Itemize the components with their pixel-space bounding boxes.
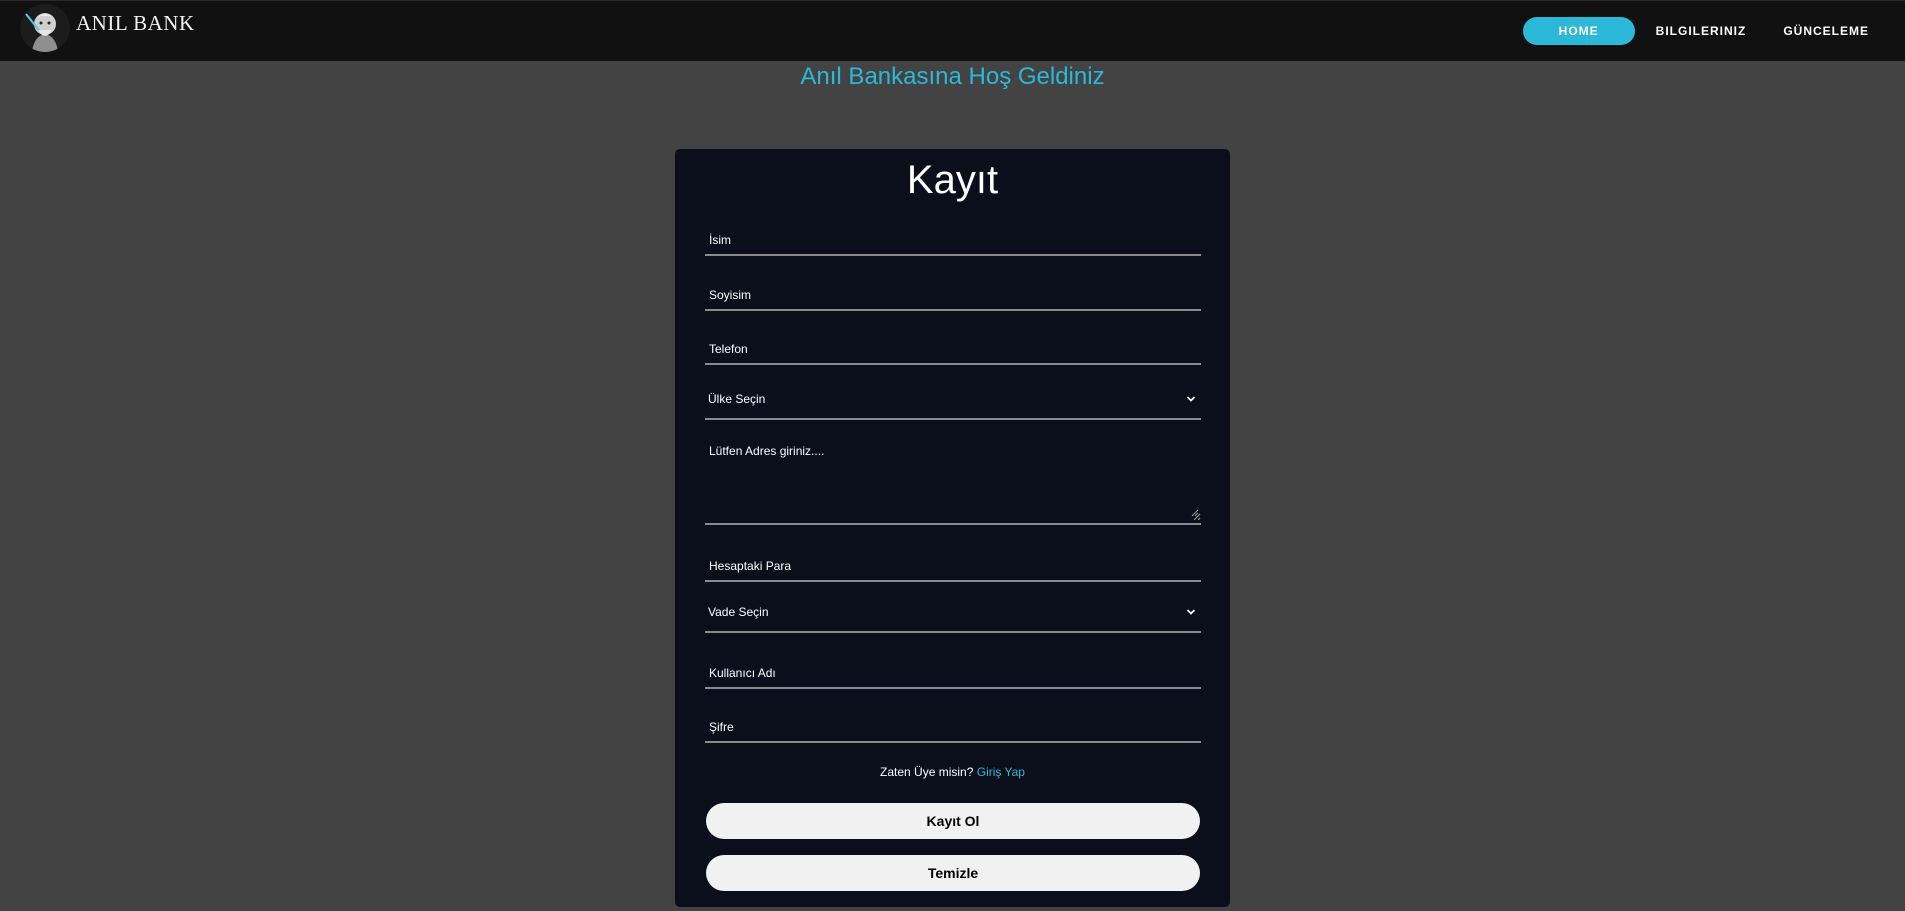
chevron-down-icon bbox=[1186, 609, 1196, 615]
ulke-select-value: Ülke Seçin bbox=[708, 392, 766, 406]
resize-grip-icon[interactable] bbox=[1191, 509, 1199, 517]
sifre-field-wrapper bbox=[705, 705, 1201, 743]
vade-select-value: Vade Seçin bbox=[708, 605, 769, 619]
telefon-input[interactable] bbox=[705, 327, 1201, 363]
vade-select[interactable]: Vade Seçin bbox=[705, 595, 1201, 631]
para-field-wrapper bbox=[705, 544, 1201, 582]
temizle-button[interactable]: Temizle bbox=[706, 855, 1200, 891]
chevron-down-icon bbox=[1186, 396, 1196, 402]
welcome-heading: Anıl Bankasına Hoş Geldiniz bbox=[800, 63, 1105, 90]
registration-card: Kayıt Ülke Seçin Vade Seçin bbox=[675, 149, 1230, 907]
adres-textarea[interactable] bbox=[705, 435, 1201, 521]
kullanici-field-wrapper bbox=[705, 651, 1201, 689]
login-prompt-text: Zaten Üye misin? bbox=[880, 765, 974, 779]
soyisim-field-wrapper bbox=[705, 273, 1201, 311]
brand-name[interactable]: ANIL BANK bbox=[76, 11, 195, 36]
sifre-input[interactable] bbox=[705, 705, 1201, 741]
telefon-field-wrapper bbox=[705, 327, 1201, 365]
kayit-ol-button[interactable]: Kayıt Ol bbox=[706, 803, 1200, 839]
login-link[interactable]: Giriş Yap bbox=[977, 765, 1025, 779]
kullanici-adi-input[interactable] bbox=[705, 651, 1201, 687]
soyisim-input[interactable] bbox=[705, 273, 1201, 309]
hesaptaki-para-input[interactable] bbox=[705, 544, 1201, 580]
ulke-select[interactable]: Ülke Seçin bbox=[705, 382, 1201, 418]
login-prompt-line: Zaten Üye misin? Giriş Yap bbox=[675, 765, 1230, 779]
isim-field-wrapper bbox=[705, 218, 1201, 256]
adres-field-wrapper bbox=[705, 435, 1201, 525]
ulke-field-wrapper: Ülke Seçin bbox=[705, 382, 1201, 420]
vade-field-wrapper: Vade Seçin bbox=[705, 595, 1201, 633]
isim-input[interactable] bbox=[705, 218, 1201, 254]
nav-home-button[interactable]: HOME bbox=[1522, 17, 1635, 45]
nav-guncelleme-link[interactable]: GÜNCELEME bbox=[1783, 17, 1869, 45]
top-navbar: ANIL BANK HOME BILGILERINIZ GÜNCELEME bbox=[0, 0, 1905, 61]
main-nav: HOME BILGILERINIZ GÜNCELEME bbox=[1522, 17, 1905, 45]
warrior-logo-icon[interactable] bbox=[20, 4, 70, 52]
form-title: Kayıt bbox=[906, 158, 999, 202]
nav-bilgileriniz-link[interactable]: BILGILERINIZ bbox=[1656, 17, 1747, 45]
